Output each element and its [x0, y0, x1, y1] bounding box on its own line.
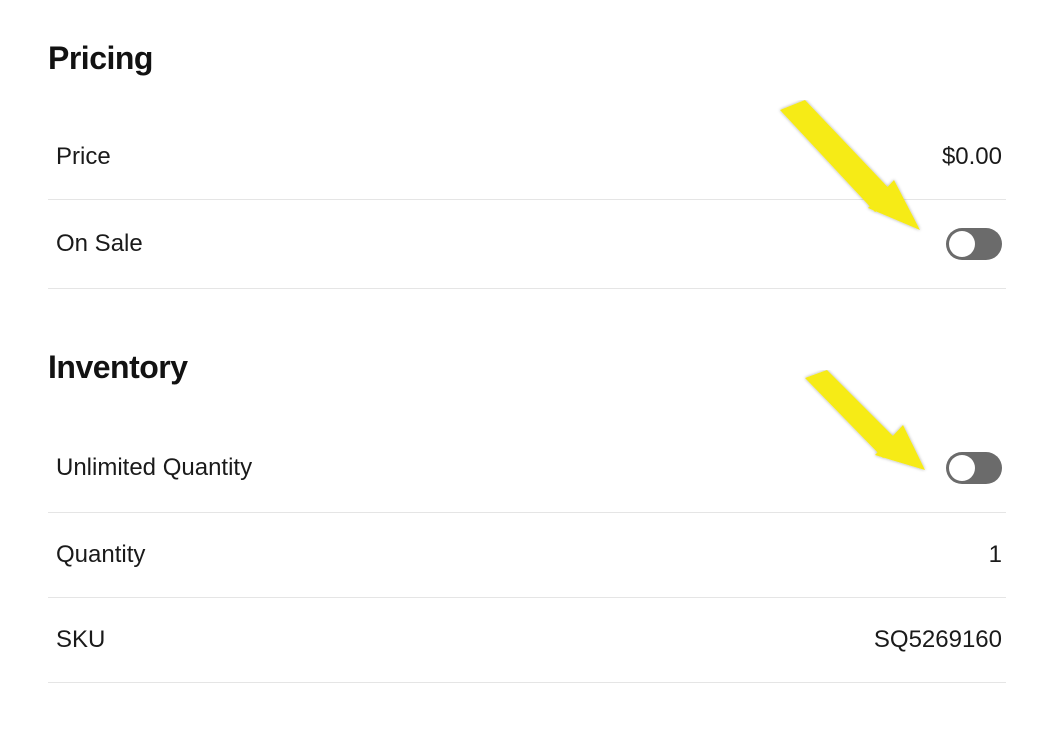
unlimited-quantity-toggle[interactable]: [946, 452, 1002, 484]
sku-label: SKU: [56, 626, 105, 654]
on-sale-toggle[interactable]: [946, 228, 1002, 260]
on-sale-row: On Sale: [48, 200, 1006, 289]
quantity-value: 1: [989, 541, 1002, 569]
pricing-section: Pricing Price $0.00 On Sale: [48, 40, 1006, 289]
inventory-title: Inventory: [48, 349, 1006, 386]
price-value: $0.00: [942, 143, 1002, 171]
inventory-section: Inventory Unlimited Quantity Quantity 1 …: [48, 349, 1006, 683]
unlimited-quantity-row: Unlimited Quantity: [48, 424, 1006, 513]
toggle-knob: [949, 231, 975, 257]
quantity-row[interactable]: Quantity 1: [48, 513, 1006, 598]
toggle-knob: [949, 455, 975, 481]
unlimited-quantity-label: Unlimited Quantity: [56, 454, 252, 482]
quantity-label: Quantity: [56, 541, 145, 569]
price-row[interactable]: Price $0.00: [48, 115, 1006, 200]
pricing-title: Pricing: [48, 40, 1006, 77]
sku-row[interactable]: SKU SQ5269160: [48, 598, 1006, 683]
on-sale-label: On Sale: [56, 230, 143, 258]
price-label: Price: [56, 143, 111, 171]
sku-value: SQ5269160: [874, 626, 1002, 654]
